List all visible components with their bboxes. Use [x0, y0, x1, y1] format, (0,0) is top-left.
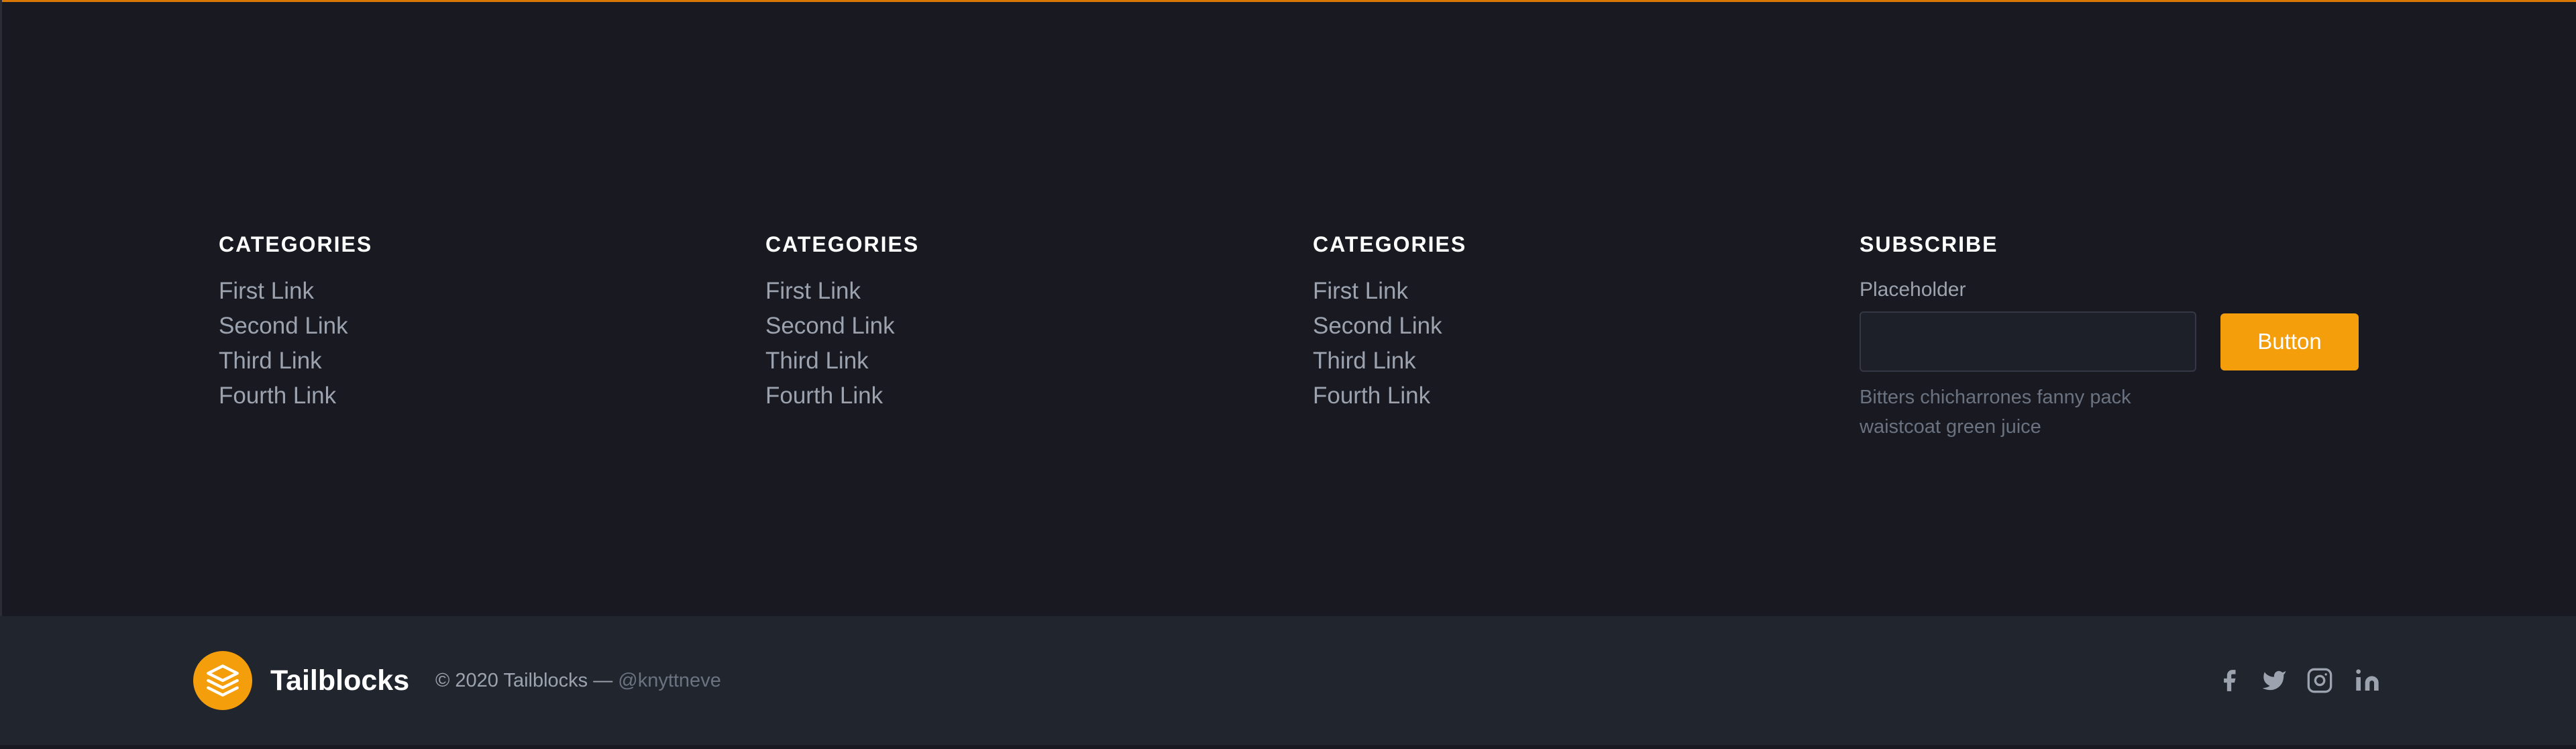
- subscribe-button[interactable]: Button: [2220, 313, 2359, 370]
- footer-link-third[interactable]: Third Link: [1313, 344, 1466, 379]
- footer-link-first[interactable]: First Link: [219, 274, 372, 309]
- column-heading: CATEGORIES: [219, 232, 373, 256]
- footer-link-third[interactable]: Third Link: [219, 344, 372, 379]
- copyright-text: © 2020 Tailblocks — @knyttneve: [435, 667, 721, 694]
- footer-column-2: CATEGORIES First Link Second Link Third …: [765, 231, 919, 413]
- footer-column-3: CATEGORIES First Link Second Link Third …: [1313, 231, 1466, 413]
- footer-link-fourth[interactable]: Fourth Link: [1313, 379, 1466, 413]
- top-accent-line: [0, 0, 2576, 2]
- footer-link-fourth[interactable]: Fourth Link: [765, 379, 919, 413]
- tailblocks-logo-icon[interactable]: [193, 651, 252, 710]
- footer-link-third[interactable]: Third Link: [765, 344, 919, 379]
- facebook-icon[interactable]: [2214, 666, 2244, 695]
- footer-link-second[interactable]: Second Link: [765, 309, 919, 344]
- footer-bottom-bar: Tailblocks © 2020 Tailblocks — @knyttneve: [0, 616, 2576, 745]
- column-heading: CATEGORIES: [765, 232, 920, 256]
- linkedin-icon[interactable]: [2353, 666, 2382, 695]
- author-handle-link[interactable]: @knyttneve: [618, 670, 721, 691]
- subscribe-helper-text: Bitters chicharrones fanny pack waistcoa…: [1860, 387, 2131, 438]
- copyright: © 2020 Tailblocks —: [435, 670, 613, 691]
- subscribe-section: SUBSCRIBE Placeholder Button Bitters chi…: [1860, 231, 2359, 442]
- column-heading: CATEGORIES: [1313, 232, 1467, 256]
- brand-name[interactable]: Tailblocks: [270, 663, 409, 698]
- twitter-icon[interactable]: [2259, 666, 2289, 695]
- subscribe-heading: SUBSCRIBE: [1860, 232, 1998, 256]
- footer-column-1: CATEGORIES First Link Second Link Third …: [219, 231, 372, 413]
- footer-link-first[interactable]: First Link: [1313, 274, 1466, 309]
- subscribe-input-label: Placeholder: [1860, 279, 1966, 301]
- subscribe-input[interactable]: [1860, 311, 2196, 372]
- footer-link-fourth[interactable]: Fourth Link: [219, 379, 372, 413]
- footer-link-second[interactable]: Second Link: [219, 309, 372, 344]
- bottom-edge: [0, 745, 2576, 749]
- footer-link-second[interactable]: Second Link: [1313, 309, 1466, 344]
- footer-link-first[interactable]: First Link: [765, 274, 919, 309]
- instagram-icon[interactable]: [2305, 666, 2334, 695]
